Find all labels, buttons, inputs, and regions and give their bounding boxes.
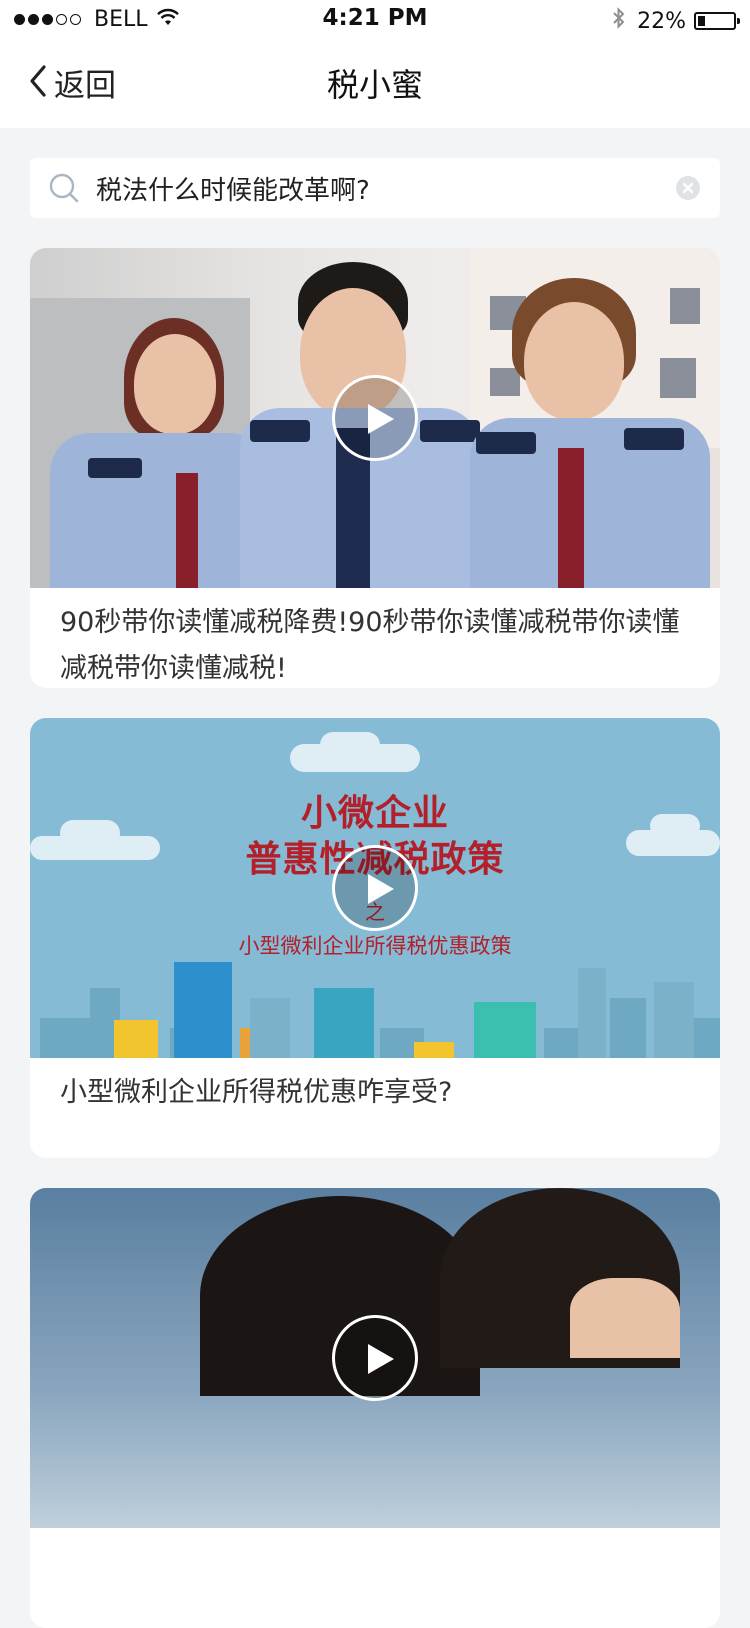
video-thumbnail[interactable] — [30, 248, 720, 588]
search-input[interactable] — [96, 158, 666, 218]
video-card[interactable]: 90秒带你读懂减税降费!90秒带你读懂减税带你读懂减税带你读懂减税! — [30, 248, 720, 688]
video-card[interactable]: 小微企业 普惠性减税政策 之 小型微利企业所得税优惠政策 小型微利企业所得税优惠… — [30, 718, 720, 1158]
video-title[interactable]: 90秒带你读懂减税降费!90秒带你读懂减税带你读懂减税带你读懂减税! — [60, 600, 694, 688]
back-label: 返回 — [54, 68, 116, 104]
battery-icon — [694, 12, 740, 30]
video-card[interactable] — [30, 1188, 720, 1628]
status-bar: BELL 4:21 PM 22% — [0, 0, 750, 40]
bluetooth-icon — [611, 6, 627, 36]
battery-percent: 22% — [637, 8, 686, 34]
video-thumbnail[interactable]: 小微企业 普惠性减税政策 之 小型微利企业所得税优惠政策 — [30, 718, 720, 1058]
chevron-left-icon — [28, 64, 48, 102]
clear-search-icon[interactable] — [676, 176, 700, 204]
status-right: 22% — [611, 6, 740, 36]
cloud — [320, 732, 380, 758]
person-right-face — [570, 1278, 680, 1358]
nav-bar: 返回 税小蜜 — [0, 40, 750, 128]
video-thumbnail[interactable] — [30, 1188, 720, 1528]
search-bar — [30, 158, 720, 218]
battery-fill — [698, 16, 705, 26]
thumbnail-subheading: 小型微利企业所得税优惠政策 — [238, 934, 512, 958]
thumbnail-heading-line1: 小微企业 — [300, 793, 449, 834]
video-title[interactable]: 小型微利企业所得税优惠咋享受? — [60, 1070, 694, 1116]
back-button[interactable]: 返回 — [28, 60, 116, 105]
search-icon — [48, 172, 80, 208]
play-icon[interactable] — [332, 1315, 418, 1401]
play-icon[interactable] — [332, 845, 418, 931]
play-icon[interactable] — [332, 375, 418, 461]
